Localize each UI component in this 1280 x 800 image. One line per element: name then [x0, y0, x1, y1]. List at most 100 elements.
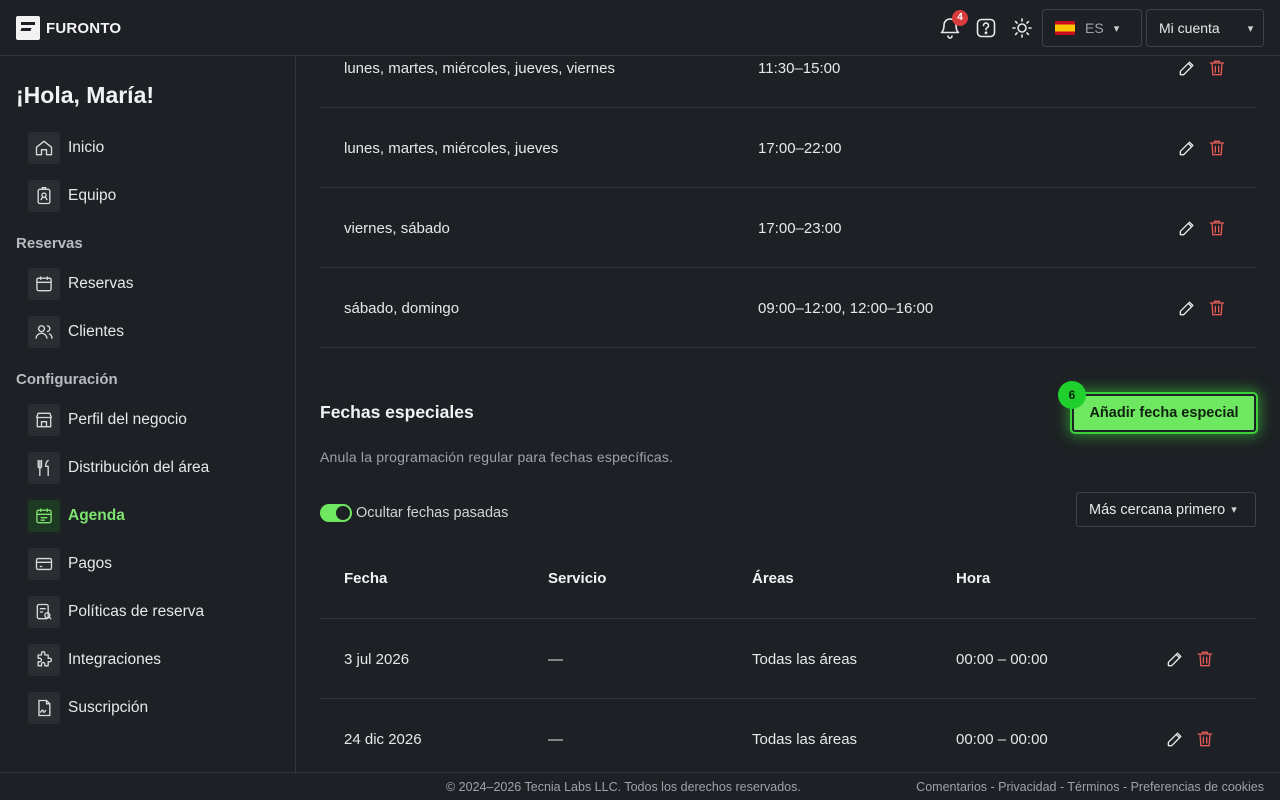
- spain-flag-icon: [1055, 21, 1075, 35]
- special-dates-description: Anula la programación regular para fecha…: [320, 449, 674, 465]
- sidebar: ¡Hola, María! Inicio Equipo Reservas Res…: [0, 56, 296, 772]
- sidebar-item-label: Clientes: [68, 323, 124, 340]
- chevron-down-icon: ▾: [1231, 504, 1237, 516]
- sidebar-item-label: Suscripción: [68, 699, 149, 716]
- schedule-hours: 17:00–23:00: [758, 219, 842, 237]
- schedule-days: viernes, sábado: [344, 219, 450, 237]
- sort-select[interactable]: Más cercana primero ▾: [1076, 492, 1256, 527]
- greeting: ¡Hola, María!: [16, 82, 155, 108]
- policy-icon: [28, 596, 60, 628]
- language-selector[interactable]: ES ▾: [1042, 9, 1142, 47]
- schedule-row: lunes, martes, miércoles, jueves 17:00–2…: [320, 108, 1256, 188]
- special-time: 00:00 – 00:00: [956, 650, 1048, 668]
- schedule-hours: 09:00–12:00, 12:00–16:00: [758, 299, 934, 317]
- schedule-days: lunes, martes, miércoles, jueves, vierne…: [344, 59, 615, 77]
- delete-icon[interactable]: [1207, 218, 1227, 238]
- badge-icon: [28, 180, 60, 212]
- signature-icon: [28, 692, 60, 724]
- edit-icon[interactable]: [1165, 649, 1185, 669]
- schedule-row: lunes, martes, miércoles, jueves, vierne…: [320, 56, 1256, 108]
- footer-links[interactable]: Comentarios - Privacidad - Términos - Pr…: [916, 780, 1264, 794]
- chevron-down-icon: ▾: [1113, 22, 1120, 35]
- sidebar-item-distribucion-area[interactable]: Distribución del área: [28, 452, 209, 484]
- sidebar-item-equipo[interactable]: Equipo: [28, 180, 116, 212]
- credit-card-icon: [28, 548, 60, 580]
- sidebar-item-label: Distribución del área: [68, 459, 210, 476]
- sidebar-item-label: Integraciones: [68, 651, 162, 668]
- special-dates-title: Fechas especiales: [320, 402, 474, 422]
- help-button[interactable]: [974, 16, 998, 40]
- top-bar: FURONTO 4 ES ▾ Mi cuenta ▾: [0, 0, 1280, 56]
- delete-icon[interactable]: [1207, 138, 1227, 158]
- calendar-icon: [28, 268, 60, 300]
- edit-icon[interactable]: [1177, 298, 1197, 318]
- schedule-days: lunes, martes, miércoles, jueves: [344, 139, 559, 157]
- column-header-hora[interactable]: Hora: [956, 570, 990, 587]
- sidebar-item-perfil-negocio[interactable]: Perfil del negocio: [28, 404, 187, 436]
- store-icon: [28, 404, 60, 436]
- brand-logo[interactable]: FURONTO: [16, 16, 121, 40]
- calendar-clock-icon: [28, 500, 60, 532]
- schedule-row: sábado, domingo 09:00–12:00, 12:00–16:00: [320, 268, 1256, 348]
- column-header-areas[interactable]: Áreas: [752, 570, 794, 587]
- sort-label: Más cercana primero: [1089, 501, 1226, 518]
- users-icon: [28, 316, 60, 348]
- sidebar-item-politicas-reserva[interactable]: Políticas de reserva: [28, 596, 204, 628]
- sidebar-item-agenda[interactable]: Agenda: [28, 500, 125, 532]
- sidebar-item-integraciones[interactable]: Integraciones: [28, 644, 161, 676]
- logo-mark-icon: [16, 16, 40, 40]
- theme-toggle-button[interactable]: [1010, 16, 1034, 40]
- account-menu-button[interactable]: Mi cuenta ▾: [1146, 9, 1264, 47]
- sidebar-item-label: Políticas de reserva: [68, 603, 205, 620]
- delete-icon[interactable]: [1207, 58, 1227, 78]
- sidebar-item-pagos[interactable]: Pagos: [28, 548, 112, 580]
- schedule-hours: 17:00–22:00: [758, 139, 842, 157]
- hide-past-dates-label: Ocultar fechas pasadas: [356, 505, 509, 521]
- special-areas: Todas las áreas: [752, 730, 858, 748]
- special-service: —: [548, 650, 563, 668]
- sidebar-item-suscripcion[interactable]: Suscripción: [28, 692, 148, 724]
- sidebar-item-label: Inicio: [68, 139, 105, 156]
- account-label: Mi cuenta: [1159, 20, 1220, 36]
- delete-icon[interactable]: [1195, 729, 1215, 749]
- step-marker: 6: [1058, 381, 1086, 409]
- delete-icon[interactable]: [1207, 298, 1227, 318]
- edit-icon[interactable]: [1165, 729, 1185, 749]
- special-date: 3 jul 2026: [344, 650, 410, 668]
- special-date-row: 24 dic 2026 — Todas las áreas 00:00 – 00…: [320, 699, 1256, 772]
- footer: © 2024–2026 Tecnia Labs LLC. Todos los d…: [0, 772, 1280, 800]
- utensils-icon: [28, 452, 60, 484]
- sidebar-item-clientes[interactable]: Clientes: [28, 316, 124, 348]
- special-service: —: [548, 730, 563, 748]
- main-content: lunes, martes, miércoles, jueves, vierne…: [296, 56, 1280, 772]
- add-special-date-button[interactable]: Añadir fecha especial: [1070, 392, 1258, 434]
- hide-past-dates-toggle[interactable]: [320, 504, 352, 522]
- schedule-row: viernes, sábado 17:00–23:00: [320, 188, 1256, 268]
- sidebar-item-inicio[interactable]: Inicio: [28, 132, 104, 164]
- section-label-configuracion: Configuración: [16, 371, 118, 388]
- notification-count-badge: 4: [952, 10, 968, 26]
- sidebar-item-label: Agenda: [68, 507, 125, 524]
- column-header-servicio[interactable]: Servicio: [548, 570, 606, 587]
- delete-icon[interactable]: [1195, 649, 1215, 669]
- copyright: © 2024–2026 Tecnia Labs LLC. Todos los d…: [446, 780, 801, 794]
- sidebar-item-label: Perfil del negocio: [68, 411, 187, 428]
- sidebar-item-label: Pagos: [68, 555, 112, 572]
- edit-icon[interactable]: [1177, 138, 1197, 158]
- help-icon: [976, 18, 996, 38]
- language-code: ES: [1085, 20, 1104, 36]
- special-time: 00:00 – 00:00: [956, 730, 1048, 748]
- home-icon: [28, 132, 60, 164]
- sidebar-item-label: Equipo: [68, 187, 117, 204]
- special-date-row: 3 jul 2026 — Todas las áreas 00:00 – 00:…: [320, 619, 1256, 699]
- edit-icon[interactable]: [1177, 58, 1197, 78]
- notifications-button[interactable]: 4: [938, 10, 968, 40]
- sidebar-item-reservas[interactable]: Reservas: [28, 268, 133, 300]
- brand-name: FURONTO: [46, 19, 122, 37]
- schedule-days: sábado, domingo: [344, 299, 460, 317]
- column-header-fecha[interactable]: Fecha: [344, 570, 387, 587]
- sidebar-item-label: Reservas: [68, 275, 134, 292]
- edit-icon[interactable]: [1177, 218, 1197, 238]
- special-areas: Todas las áreas: [752, 650, 858, 668]
- section-label-reservas: Reservas: [16, 235, 83, 252]
